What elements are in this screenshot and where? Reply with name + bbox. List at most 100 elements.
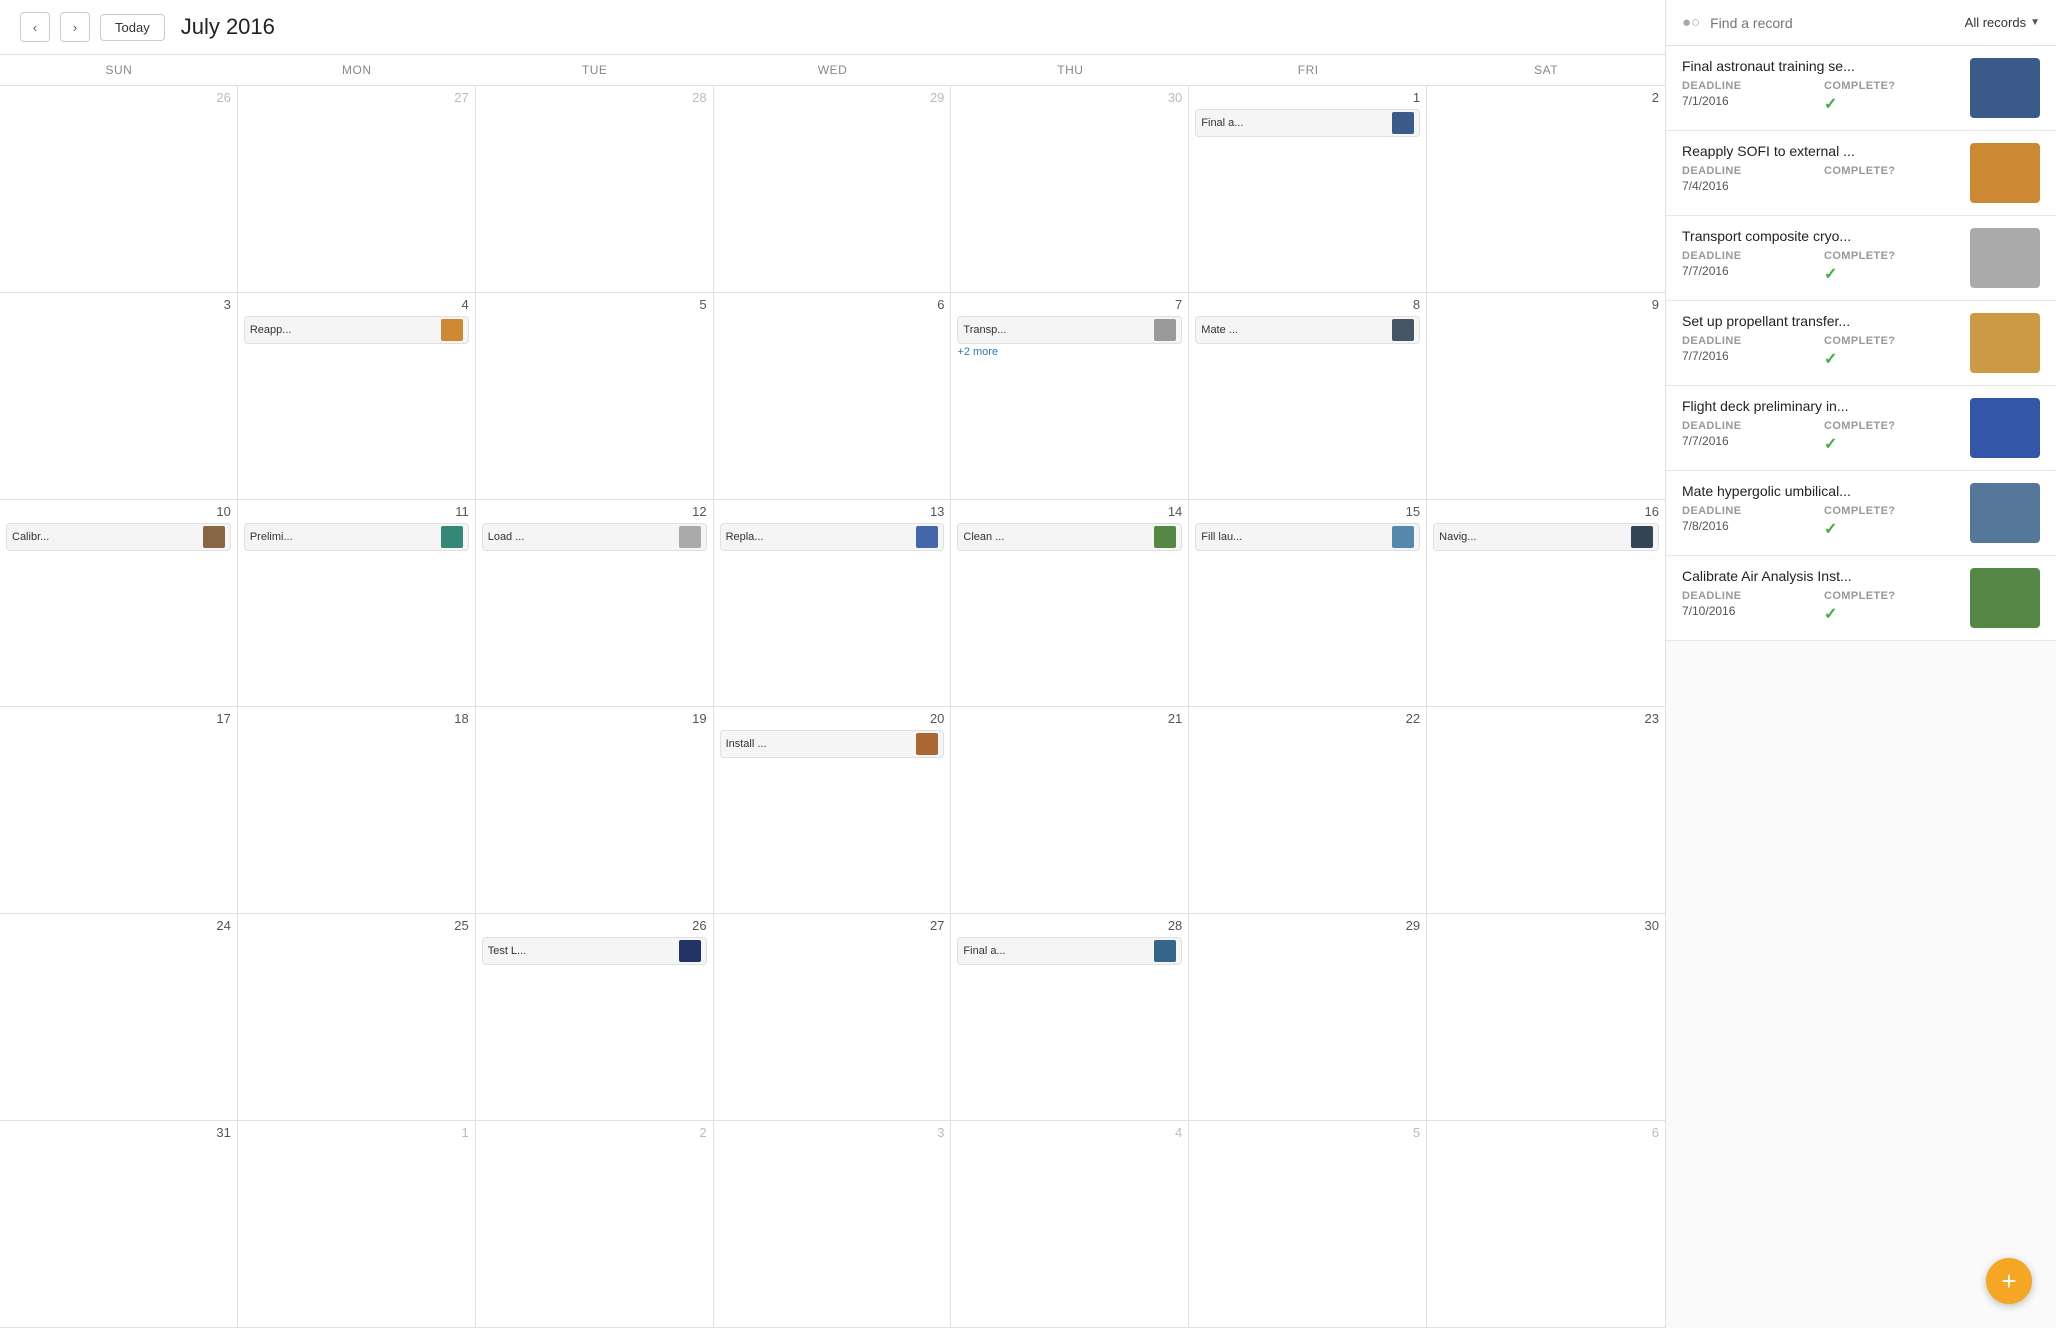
cell-date: 3 bbox=[720, 1125, 945, 1140]
record-title: Final astronaut training se... bbox=[1682, 58, 1958, 74]
record-thumbnail bbox=[1970, 483, 2040, 543]
calendar-event[interactable]: Fill lau... bbox=[1195, 523, 1420, 551]
search-icon: ●○ bbox=[1682, 14, 1700, 31]
calendar-section: ‹ › Today July 2016 SUNMONTUEWEDTHUFRISA… bbox=[0, 0, 1666, 1328]
calendar-cell: 1Final a... bbox=[1189, 86, 1427, 292]
check-mark-icon: ✓ bbox=[1824, 351, 1837, 368]
prev-month-button[interactable]: ‹ bbox=[20, 12, 50, 42]
complete-value: ✓ bbox=[1824, 519, 1958, 539]
record-thumbnail bbox=[1970, 313, 2040, 373]
calendar-event[interactable]: Mate ... bbox=[1195, 316, 1420, 344]
event-thumbnail bbox=[441, 319, 463, 341]
complete-label: COMPLETE? bbox=[1824, 590, 1958, 602]
calendar-cell: 22 bbox=[1189, 707, 1427, 913]
event-label: Final a... bbox=[1201, 117, 1387, 129]
record-meta: DEADLINECOMPLETE?7/7/2016✓ bbox=[1682, 335, 1958, 369]
day-header-mon: MON bbox=[238, 55, 476, 85]
event-thumbnail bbox=[916, 526, 938, 548]
record-item[interactable]: Final astronaut training se... DEADLINECO… bbox=[1666, 46, 2056, 131]
calendar-event[interactable]: Prelimi... bbox=[244, 523, 469, 551]
calendar-event[interactable]: Repla... bbox=[720, 523, 945, 551]
calendar-event[interactable]: Test L... bbox=[482, 937, 707, 965]
calendar-cell: 2 bbox=[476, 1121, 714, 1327]
all-records-filter[interactable]: All records ▼ bbox=[1965, 15, 2040, 30]
record-title: Set up propellant transfer... bbox=[1682, 313, 1958, 329]
record-meta: DEADLINECOMPLETE?7/7/2016✓ bbox=[1682, 250, 1958, 284]
cell-date: 24 bbox=[6, 918, 231, 933]
calendar-event[interactable]: Load ... bbox=[482, 523, 707, 551]
cell-date: 11 bbox=[244, 504, 469, 519]
calendar-cell: 20 Install ... bbox=[714, 707, 952, 913]
today-button[interactable]: Today bbox=[100, 14, 165, 41]
check-mark-icon: ✓ bbox=[1824, 266, 1837, 283]
record-item[interactable]: Flight deck preliminary in... DEADLINECOM… bbox=[1666, 386, 2056, 471]
calendar-event[interactable]: Reapp... bbox=[244, 316, 469, 344]
cell-date: 26 bbox=[482, 918, 707, 933]
next-month-button[interactable]: › bbox=[60, 12, 90, 42]
event-thumbnail bbox=[916, 733, 938, 755]
calendar-cell: 11 Prelimi... bbox=[238, 500, 476, 706]
calendar-cell: 12Load ... bbox=[476, 500, 714, 706]
check-mark-icon: ✓ bbox=[1824, 521, 1837, 538]
event-thumbnail bbox=[1392, 526, 1414, 548]
cell-date: 13 bbox=[720, 504, 945, 519]
record-item[interactable]: Calibrate Air Analysis Inst...DEADLINECO… bbox=[1666, 556, 2056, 641]
record-item[interactable]: Transport composite cryo...DEADLINECOMPL… bbox=[1666, 216, 2056, 301]
record-item[interactable]: Reapply SOFI to external ... DEADLINE COMP… bbox=[1666, 131, 2056, 216]
deadline-label: DEADLINE bbox=[1682, 250, 1816, 262]
complete-value: ✓ bbox=[1824, 604, 1958, 624]
records-list: Final astronaut training se...DEADLINECO… bbox=[1666, 46, 2056, 1328]
calendar-cell: 2 bbox=[1427, 86, 1665, 292]
calendar-cell: 13 Repla... bbox=[714, 500, 952, 706]
calendar-cell: 5 bbox=[1189, 1121, 1427, 1327]
calendar-cell: 1 bbox=[238, 1121, 476, 1327]
day-header-thu: THU bbox=[951, 55, 1189, 85]
deadline-label: DEADLINE bbox=[1682, 80, 1816, 92]
more-events-link[interactable]: +2 more bbox=[957, 346, 1182, 358]
cell-date: 9 bbox=[1433, 297, 1659, 312]
calendar-cell: 19 bbox=[476, 707, 714, 913]
cell-date: 20 bbox=[720, 711, 945, 726]
calendar-cell: 23 bbox=[1427, 707, 1665, 913]
calendar-week-5: 31123456 bbox=[0, 1121, 1665, 1328]
calendar-cell: 27 bbox=[238, 86, 476, 292]
cell-date: 25 bbox=[244, 918, 469, 933]
deadline-value: 7/1/2016 bbox=[1682, 94, 1816, 114]
cell-date: 19 bbox=[482, 711, 707, 726]
calendar-cell: 30 bbox=[1427, 914, 1665, 1120]
calendar-event[interactable]: Calibr... bbox=[6, 523, 231, 551]
calendar-cell: 30 bbox=[951, 86, 1189, 292]
add-record-button[interactable]: + bbox=[1986, 1258, 2032, 1304]
calendar-event[interactable]: Navig... bbox=[1433, 523, 1659, 551]
chevron-down-icon: ▼ bbox=[2030, 17, 2040, 28]
record-item[interactable]: Set up propellant transfer... DEADLINECOM… bbox=[1666, 301, 2056, 386]
calendar-event[interactable]: Final a... bbox=[957, 937, 1182, 965]
calendar-event[interactable]: Install ... bbox=[720, 730, 945, 758]
calendar-cell: 21 bbox=[951, 707, 1189, 913]
complete-label: COMPLETE? bbox=[1824, 335, 1958, 347]
cell-date: 3 bbox=[6, 297, 231, 312]
calendar-event[interactable]: Final a... bbox=[1195, 109, 1420, 137]
search-input[interactable] bbox=[1710, 15, 1955, 31]
deadline-value: 7/7/2016 bbox=[1682, 434, 1816, 454]
cell-date: 8 bbox=[1195, 297, 1420, 312]
event-label: Repla... bbox=[726, 531, 912, 543]
deadline-label: DEADLINE bbox=[1682, 165, 1816, 177]
cell-date: 23 bbox=[1433, 711, 1659, 726]
complete-label: COMPLETE? bbox=[1824, 165, 1958, 177]
check-mark-icon: ✓ bbox=[1824, 606, 1837, 623]
cell-date: 26 bbox=[6, 90, 231, 105]
cell-date: 31 bbox=[6, 1125, 231, 1140]
record-meta: DEADLINECOMPLETE?7/1/2016✓ bbox=[1682, 80, 1958, 114]
calendar-event[interactable]: Clean ... bbox=[957, 523, 1182, 551]
record-thumbnail bbox=[1970, 58, 2040, 118]
record-title: Flight deck preliminary in... bbox=[1682, 398, 1958, 414]
record-item[interactable]: Mate hypergolic umbilical...DEADLINECOMP… bbox=[1666, 471, 2056, 556]
record-meta: DEADLINECOMPLETE?7/7/2016✓ bbox=[1682, 420, 1958, 454]
calendar-event[interactable]: Transp... bbox=[957, 316, 1182, 344]
calendar-week-4: 242526Test L...2728Final a...2930 bbox=[0, 914, 1665, 1121]
calendar-cell: 29 bbox=[714, 86, 952, 292]
record-title: Reapply SOFI to external ... bbox=[1682, 143, 1958, 159]
event-label: Load ... bbox=[488, 531, 674, 543]
calendar-cell: 7Transp...+2 more bbox=[951, 293, 1189, 499]
